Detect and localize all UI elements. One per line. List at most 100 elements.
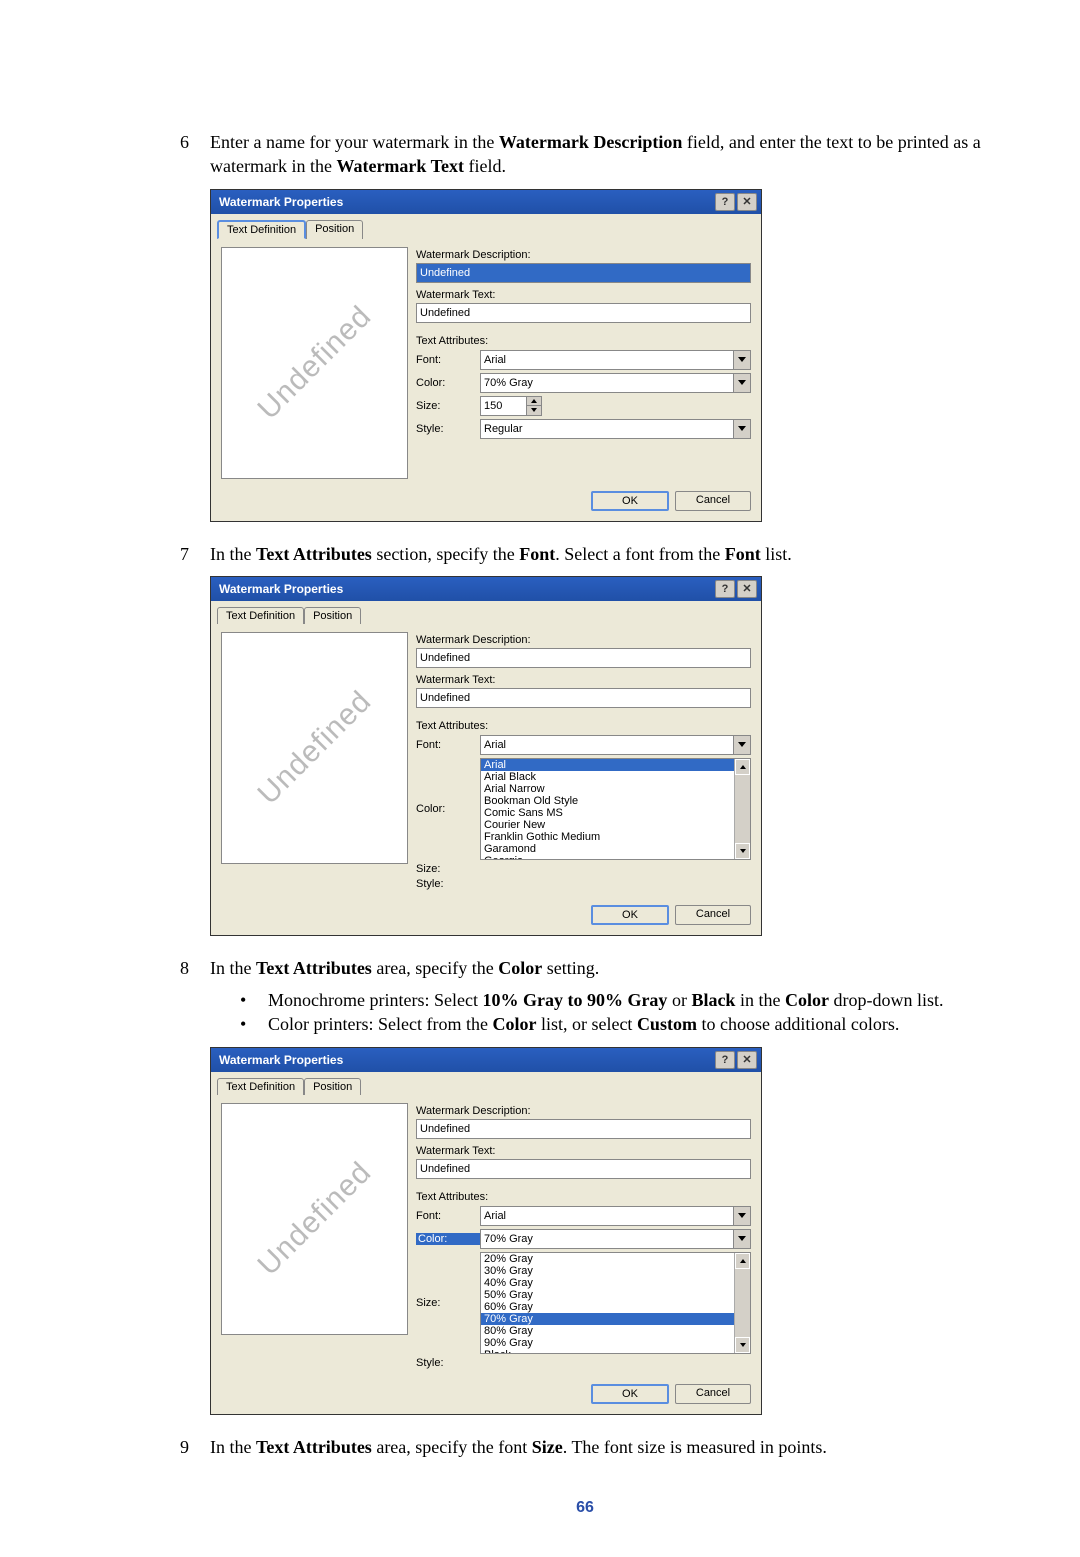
step-text: In the Text Attributes area, specify the… (210, 1435, 990, 1459)
close-icon[interactable]: ✕ (737, 580, 757, 598)
list-item[interactable]: 20% Gray (481, 1253, 734, 1265)
tab-position[interactable]: Position (304, 607, 361, 624)
bullet-text: Monochrome printers: Select 10% Gray to … (268, 988, 943, 1012)
color-list[interactable]: 20% Gray 30% Gray 40% Gray 50% Gray 60% … (480, 1252, 751, 1354)
cancel-button[interactable]: Cancel (675, 905, 751, 925)
font-list[interactable]: Arial Arial Black Arial Narrow Bookman O… (480, 758, 751, 860)
tab-position[interactable]: Position (306, 220, 363, 239)
dialog-screenshot-2: Watermark Properties ? ✕ Text Definition… (210, 576, 990, 936)
watermark-description-input[interactable]: Undefined (416, 263, 751, 283)
step-text: In the Text Attributes area, specify the… (210, 956, 990, 980)
list-item[interactable]: 40% Gray (481, 1277, 734, 1289)
tab-position[interactable]: Position (304, 1078, 361, 1095)
desc-label: Watermark Description: (416, 1105, 751, 1117)
watermark-preview: Undefined (221, 632, 408, 864)
close-icon[interactable]: ✕ (737, 1051, 757, 1069)
list-item[interactable]: Arial (481, 759, 734, 771)
watermark-description-input[interactable]: Undefined (416, 648, 751, 668)
scrollbar[interactable] (734, 759, 750, 859)
chevron-down-icon[interactable] (733, 736, 750, 754)
list-item[interactable]: Georgia (481, 855, 734, 860)
list-item[interactable]: Comic Sans MS (481, 807, 734, 819)
dialog-screenshot-3: Watermark Properties ? ✕ Text Definition… (210, 1047, 990, 1415)
spinner-down-icon[interactable] (527, 406, 541, 415)
list-item[interactable]: Bookman Old Style (481, 795, 734, 807)
dialog-title: Watermark Properties (219, 582, 343, 596)
step-7: 7 In the Text Attributes section, specif… (180, 542, 990, 566)
step-9: 9 In the Text Attributes area, specify t… (180, 1435, 990, 1459)
list-item[interactable]: Arial Narrow (481, 783, 734, 795)
titlebar: Watermark Properties ? ✕ (211, 190, 761, 214)
preview-text: Undefined (251, 1155, 378, 1282)
attrs-label: Text Attributes: (416, 335, 751, 347)
tab-text-definition[interactable]: Text Definition (217, 220, 306, 239)
size-spinner[interactable]: 150 (480, 396, 542, 416)
step-text: Enter a name for your watermark in the W… (210, 130, 990, 179)
step-number: 6 (180, 130, 210, 179)
step-8: 8 In the Text Attributes area, specify t… (180, 956, 990, 980)
list-item[interactable]: 70% Gray (481, 1313, 734, 1325)
scroll-up-icon[interactable] (735, 759, 750, 775)
ok-button[interactable]: OK (591, 1384, 669, 1404)
tab-text-definition[interactable]: Text Definition (217, 607, 304, 624)
desc-label: Watermark Description: (416, 249, 751, 261)
dialog-title: Watermark Properties (219, 195, 343, 209)
chevron-down-icon[interactable] (733, 420, 750, 438)
size-label: Size: (416, 400, 480, 412)
font-combo[interactable]: Arial (480, 1206, 751, 1226)
help-icon[interactable]: ? (715, 1051, 735, 1069)
scroll-up-icon[interactable] (735, 1253, 750, 1269)
close-icon[interactable]: ✕ (737, 193, 757, 211)
list-item[interactable]: Garamond (481, 843, 734, 855)
font-combo[interactable]: Arial (480, 735, 751, 755)
list-item[interactable]: 60% Gray (481, 1301, 734, 1313)
list-item[interactable]: Franklin Gothic Medium (481, 831, 734, 843)
ok-button[interactable]: OK (591, 905, 669, 925)
chevron-down-icon[interactable] (733, 1207, 750, 1225)
list-item[interactable]: 90% Gray (481, 1337, 734, 1349)
watermark-description-input[interactable]: Undefined (416, 1119, 751, 1139)
help-icon[interactable]: ? (715, 193, 735, 211)
color-combo[interactable]: 70% Gray (480, 1229, 751, 1249)
help-icon[interactable]: ? (715, 580, 735, 598)
scroll-down-icon[interactable] (735, 1337, 750, 1353)
watermark-text-input[interactable]: Undefined (416, 1159, 751, 1179)
list-item[interactable]: 30% Gray (481, 1265, 734, 1277)
bullet-icon: • (240, 1012, 268, 1036)
style-combo[interactable]: Regular (480, 419, 751, 439)
style-label: Style: (416, 878, 480, 890)
chevron-down-icon[interactable] (733, 1230, 750, 1248)
preview-text: Undefined (251, 299, 378, 426)
scrollbar[interactable] (734, 1253, 750, 1353)
desc-label: Watermark Description: (416, 634, 751, 646)
watermark-text-input[interactable]: Undefined (416, 688, 751, 708)
font-combo[interactable]: Arial (480, 350, 751, 370)
tab-text-definition[interactable]: Text Definition (217, 1078, 304, 1095)
list-item[interactable]: 50% Gray (481, 1289, 734, 1301)
color-label: Color: (416, 377, 480, 389)
preview-text: Undefined (251, 684, 378, 811)
font-label: Font: (416, 354, 480, 366)
cancel-button[interactable]: Cancel (675, 491, 751, 511)
color-combo[interactable]: 70% Gray (480, 373, 751, 393)
ok-button[interactable]: OK (591, 491, 669, 511)
bullet-icon: • (240, 988, 268, 1012)
text-label: Watermark Text: (416, 674, 751, 686)
chevron-down-icon[interactable] (733, 351, 750, 369)
font-label: Font: (416, 1210, 480, 1222)
attrs-label: Text Attributes: (416, 1191, 751, 1203)
step-number: 8 (180, 956, 210, 980)
text-label: Watermark Text: (416, 289, 751, 301)
attrs-label: Text Attributes: (416, 720, 751, 732)
list-item[interactable]: Arial Black (481, 771, 734, 783)
list-item[interactable]: Black (481, 1349, 734, 1354)
watermark-preview: Undefined (221, 247, 408, 479)
cancel-button[interactable]: Cancel (675, 1384, 751, 1404)
scroll-down-icon[interactable] (735, 843, 750, 859)
spinner-up-icon[interactable] (527, 397, 541, 407)
watermark-text-input[interactable]: Undefined (416, 303, 751, 323)
chevron-down-icon[interactable] (733, 374, 750, 392)
list-item[interactable]: 80% Gray (481, 1325, 734, 1337)
step-6: 6 Enter a name for your watermark in the… (180, 130, 990, 179)
list-item[interactable]: Courier New (481, 819, 734, 831)
